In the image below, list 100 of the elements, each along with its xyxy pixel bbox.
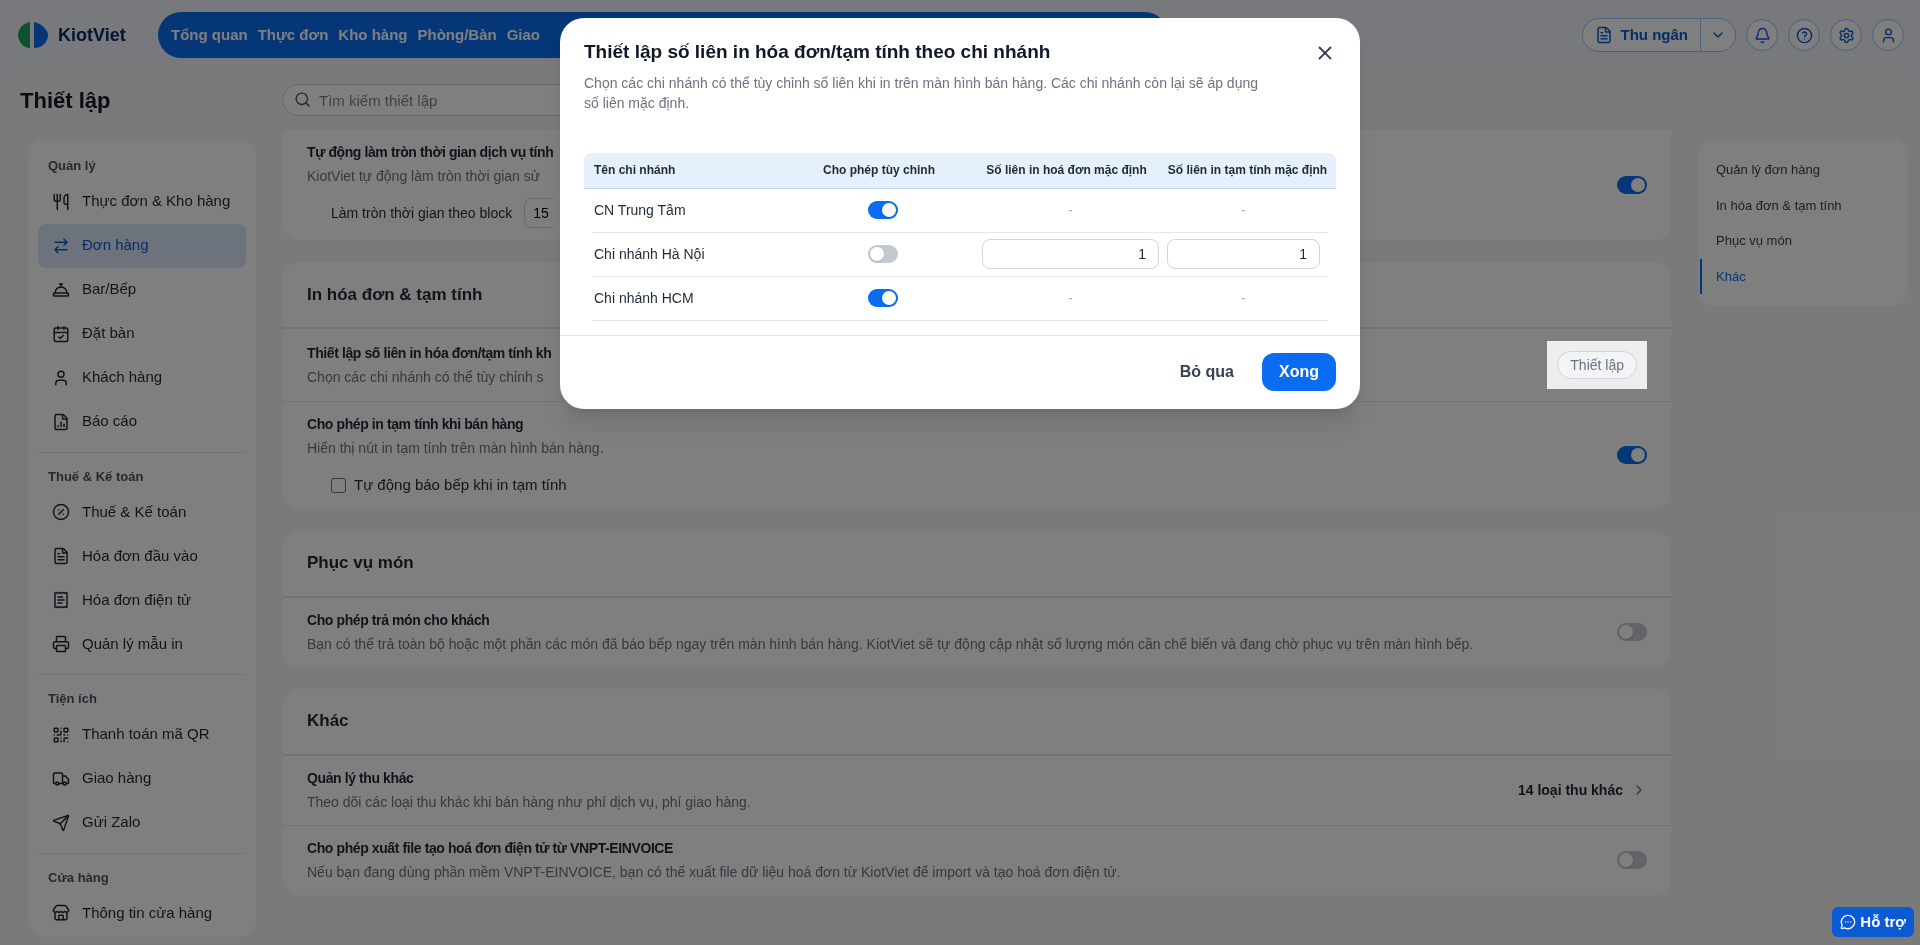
column-header: Tên chi nhánh bbox=[593, 162, 677, 179]
link-value[interactable]: 14 loại thu khác bbox=[1517, 779, 1623, 801]
cancel-button[interactable]: Bỏ qua bbox=[1171, 353, 1242, 391]
nav-item[interactable]: Kho hàng bbox=[333, 23, 413, 47]
help-button[interactable] bbox=[1788, 19, 1820, 51]
sidebar-group-title: Thuế & Kế toán bbox=[47, 467, 145, 486]
sidebar-item[interactable]: Đặt bàn bbox=[38, 311, 246, 356]
column-header: Cho phép tùy chỉnh bbox=[822, 162, 936, 179]
sidebar-item[interactable]: Thông tin cửa hàng bbox=[38, 891, 246, 935]
printer-icon bbox=[52, 635, 70, 653]
setting-description: KiotViet tự động làm tròn thời gian sử bbox=[307, 167, 541, 186]
anchor-link[interactable]: Quản lý đơn hàng bbox=[1716, 152, 1894, 188]
table-cell-text: - bbox=[1241, 289, 1246, 308]
bell-icon bbox=[52, 280, 70, 299]
table-cell-text: - bbox=[1241, 201, 1246, 220]
truck-icon bbox=[52, 769, 70, 788]
setting-title: Tự động làm tròn thời gian dịch vụ tính bbox=[307, 143, 554, 162]
sidebar-item[interactable]: Thanh toán mã QR bbox=[38, 712, 246, 757]
sidebar-item-label: Hóa đơn điện tử bbox=[82, 589, 192, 610]
report-icon bbox=[52, 412, 70, 431]
sidebar-item-label: Giao hàng bbox=[82, 768, 152, 789]
sidebar-item[interactable]: Bar/Bếp bbox=[38, 267, 246, 312]
sidebar-group-title: Quản lý bbox=[47, 157, 97, 175]
section-title: Khác bbox=[307, 710, 349, 733]
setting-title: Cho phép in tạm tính khi bán hàng bbox=[307, 415, 524, 434]
table-cell-text: - bbox=[1068, 289, 1073, 308]
sidebar-item-label: Khách hàng bbox=[82, 367, 163, 388]
percent-icon bbox=[52, 503, 70, 521]
done-button[interactable]: Xong bbox=[1262, 353, 1336, 391]
toggle-switch[interactable] bbox=[1617, 623, 1647, 641]
sidebar-item[interactable]: Hóa đơn điện tử bbox=[38, 578, 246, 622]
sidebar-item[interactable]: Quản lý mẫu in bbox=[38, 622, 246, 666]
column-header: Số liên in tạm tính mặc định bbox=[1166, 162, 1329, 179]
sidebar-item[interactable]: Báo cáo bbox=[38, 399, 246, 444]
nav-item[interactable]: Thực đơn bbox=[252, 23, 334, 47]
sidebar-item-label: Hóa đơn đầu vào bbox=[82, 545, 198, 566]
user-button[interactable] bbox=[1872, 19, 1904, 51]
logo-icon bbox=[16, 20, 50, 50]
setup-button[interactable]: Thiết lập bbox=[1557, 351, 1637, 379]
sidebar-item[interactable]: Khách hàng bbox=[38, 355, 246, 400]
sidebar-item[interactable]: Hóa đơn đầu vào bbox=[38, 534, 246, 578]
sidebar-item-label: Thanh toán mã QR bbox=[82, 724, 210, 745]
setting-title: Quản lý thu khác bbox=[307, 768, 414, 788]
help-chat-button[interactable]: Hỗ trợ bbox=[1832, 907, 1914, 937]
number-field[interactable]: 1 bbox=[982, 239, 1159, 269]
paper-plane-icon bbox=[52, 813, 70, 832]
document-icon bbox=[52, 547, 70, 565]
checkbox-label: Tự động báo bếp khi in tạm tính bbox=[354, 475, 567, 495]
qr-code-icon bbox=[52, 725, 70, 744]
sidebar-group-title: Tiện ích bbox=[47, 690, 98, 708]
help-label: Hỗ trợ bbox=[1860, 911, 1906, 932]
sidebar-item[interactable]: Đơn hàng bbox=[38, 223, 246, 268]
sidebar-item-label: Thuế & Kế toán bbox=[82, 501, 187, 522]
sidebar-item[interactable]: Giao hàng bbox=[38, 756, 246, 801]
sidebar-item-label: Quản lý mẫu in bbox=[82, 633, 183, 654]
section-title: In hóa đơn & tạm tính bbox=[307, 283, 483, 306]
setting-description: Hiển thị nút in tạm tính trên màn hình bán hàng. bbox=[307, 439, 604, 458]
table-cell-text: - bbox=[1068, 201, 1073, 220]
anchor-link[interactable]: In hóa đơn & tạm tính bbox=[1716, 187, 1894, 223]
settings-button[interactable] bbox=[1830, 19, 1862, 51]
cashier-button[interactable]: Thu ngân bbox=[1581, 18, 1736, 52]
toggle-switch[interactable] bbox=[868, 289, 898, 307]
number-field[interactable]: 1 bbox=[1167, 239, 1320, 269]
sidebar-item-label: Thực đơn & Kho hàng bbox=[82, 191, 231, 212]
checkbox[interactable] bbox=[331, 477, 346, 493]
option-label: Làm tròn thời gian theo block bbox=[331, 203, 513, 223]
anchor-link[interactable]: Khác bbox=[1716, 258, 1894, 294]
sidebar-item[interactable]: Thuế & Kế toán bbox=[38, 490, 246, 534]
notification-button[interactable] bbox=[1746, 19, 1778, 51]
setting-description: Theo dõi các loại thu khác khi bán hàng như phí dịch vụ, phí giao hàng. bbox=[307, 792, 751, 812]
nav-item[interactable]: Giao bbox=[501, 23, 545, 47]
sidebar-item-label: Đơn hàng bbox=[82, 235, 149, 256]
cashier-label: Thu ngân bbox=[1620, 24, 1688, 45]
modal-title: Thiết lập số liên in hóa đơn/tạm tính theo chi nhánh bbox=[584, 40, 1052, 64]
nav-item[interactable]: Tổng quan bbox=[166, 23, 253, 47]
help-icon bbox=[1795, 26, 1813, 44]
block-select[interactable]: 15 bbox=[524, 198, 553, 228]
page-title: Thiết lập bbox=[19, 86, 112, 115]
arrows-icon bbox=[52, 236, 70, 255]
calendar-icon bbox=[52, 324, 70, 343]
store-icon bbox=[52, 904, 70, 922]
sidebar-item-label: Báo cáo bbox=[82, 411, 138, 432]
setting-description: Nếu bạn đang dùng phần mềm VNPT-EINVOICE, bạn có thể xuất file dữ liệu hoá đơn từ KiotViet để import và tạo hoá đơn điện tử. bbox=[307, 862, 1121, 882]
nav-item[interactable]: Phòng/Bàn bbox=[412, 23, 502, 47]
setting-title: Thiết lập số liên in hóa đơn/tạm tính kh bbox=[307, 343, 552, 363]
sidebar-item-label: Gửi Zalo bbox=[82, 812, 141, 833]
receipt-icon bbox=[52, 591, 70, 609]
toggle-switch[interactable] bbox=[868, 245, 898, 263]
sidebar-item[interactable]: Gửi Zalo bbox=[38, 800, 246, 845]
section-title: Phục vụ món bbox=[307, 552, 414, 575]
anchor-link[interactable]: Phục vụ món bbox=[1716, 223, 1894, 259]
toggle-switch[interactable] bbox=[868, 201, 898, 219]
search-icon bbox=[294, 91, 311, 108]
sidebar-item[interactable]: Thực đơn & Kho hàng bbox=[38, 179, 246, 224]
setting-title: Cho phép trả món cho khách bbox=[307, 610, 490, 630]
toggle-switch[interactable] bbox=[1617, 446, 1647, 465]
chat-icon bbox=[1840, 914, 1857, 930]
toggle-switch[interactable] bbox=[1617, 176, 1647, 194]
toggle-switch[interactable] bbox=[1617, 851, 1647, 869]
sidebar-group-title: Cửa hàng bbox=[47, 868, 110, 887]
